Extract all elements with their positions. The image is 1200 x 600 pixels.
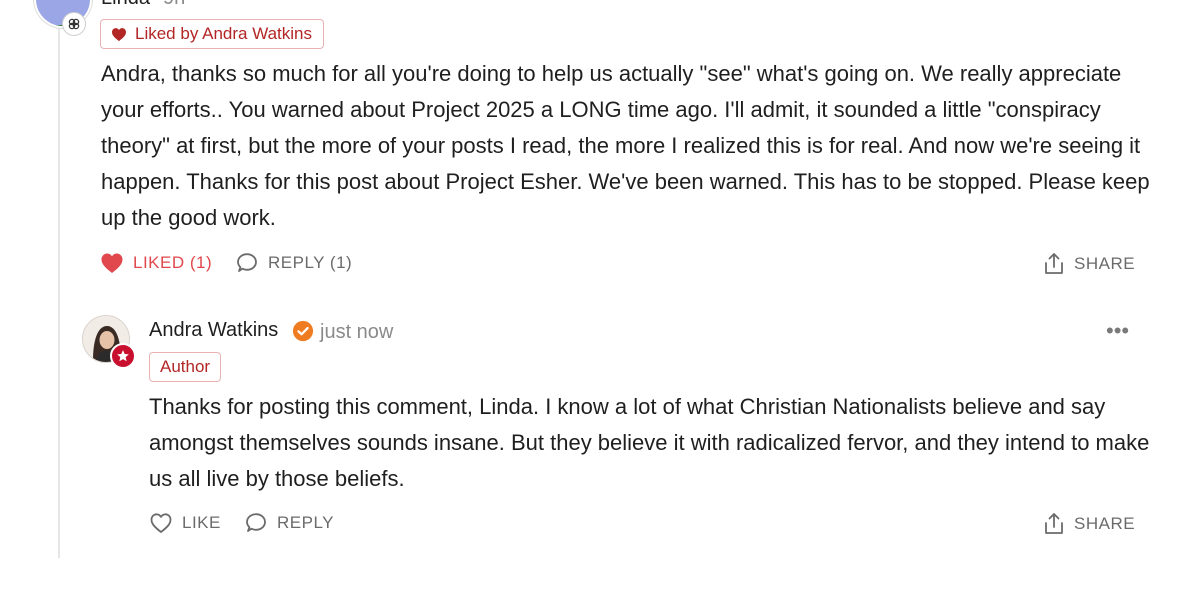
reply-label: REPLY [277, 513, 334, 532]
reply-button[interactable]: REPLY [244, 512, 334, 534]
reply-button[interactable]: REPLY (1) [235, 252, 352, 274]
heart-filled-icon [112, 27, 126, 41]
author-role-label: Author [160, 357, 211, 376]
share-icon [1045, 253, 1063, 274]
speech-bubble-icon [246, 513, 266, 532]
liked-by-label: Liked by Andra Watkins [135, 24, 313, 43]
reply-body: Thanks for posting this comment, Linda. … [149, 394, 1150, 491]
heart-filled-icon [101, 253, 123, 273]
comment-timestamp[interactable]: 9h [163, 0, 185, 10]
thread-line [58, 22, 60, 558]
reply-author-name[interactable]: Andra Watkins [149, 319, 278, 342]
reply-timestamp[interactable]: just now [320, 321, 393, 344]
verified-check-icon [292, 320, 314, 342]
flower-icon [68, 18, 80, 30]
like-label: LIKE [182, 513, 221, 532]
share-label: SHARE [1074, 514, 1136, 533]
reply-label: REPLY (1) [268, 253, 353, 272]
share-icon [1045, 513, 1063, 534]
liked-by-author-badge: Liked by Andra Watkins [100, 19, 325, 49]
share-button[interactable]: SHARE [1043, 512, 1135, 536]
like-button[interactable]: LIKE [149, 512, 221, 534]
star-icon [117, 350, 129, 362]
liked-button[interactable]: LIKED (1) [100, 252, 212, 274]
share-button[interactable]: SHARE [1043, 252, 1135, 276]
liked-label: LIKED (1) [133, 253, 213, 272]
author-badge [110, 343, 136, 369]
author-role-badge: Author [149, 352, 222, 382]
comment-author-name[interactable]: Linda [101, 0, 150, 10]
speech-bubble-icon [237, 253, 257, 272]
more-options-button[interactable]: ••• [1106, 318, 1129, 344]
comment-body: Andra, thanks so much for all you're doi… [101, 61, 1150, 230]
share-label: SHARE [1074, 254, 1136, 273]
community-badge-icon [62, 12, 86, 36]
heart-outline-icon [150, 513, 172, 533]
